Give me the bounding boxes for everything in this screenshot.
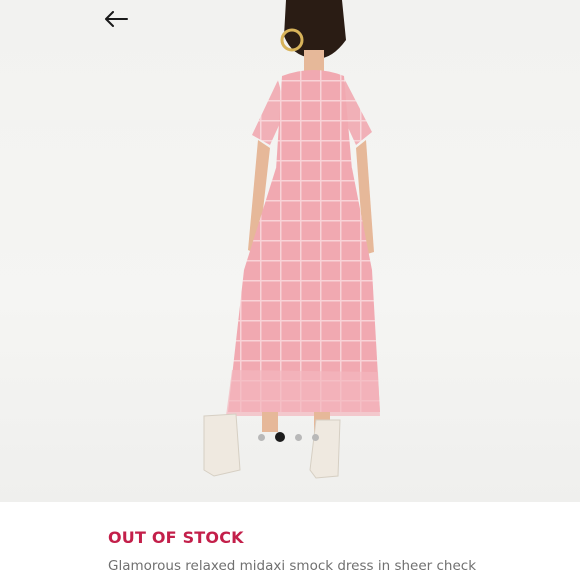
carousel-dot[interactable] (257, 433, 265, 441)
model-wearing-pink-dress (203, 0, 380, 479)
carousel-dot-active[interactable] (274, 432, 285, 442)
carousel-dot[interactable] (294, 433, 302, 441)
carousel-dot[interactable] (311, 433, 319, 441)
product-info: OUT OF STOCK Glamorous relaxed midaxi sm… (0, 502, 580, 580)
back-arrow-icon (105, 11, 128, 27)
product-title: Glamorous relaxed midaxi smock dress in … (108, 558, 477, 574)
back-button[interactable] (102, 8, 130, 30)
stock-status: OUT OF STOCK (108, 528, 244, 547)
product-image[interactable] (0, 0, 580, 502)
carousel-indicator (0, 432, 578, 442)
